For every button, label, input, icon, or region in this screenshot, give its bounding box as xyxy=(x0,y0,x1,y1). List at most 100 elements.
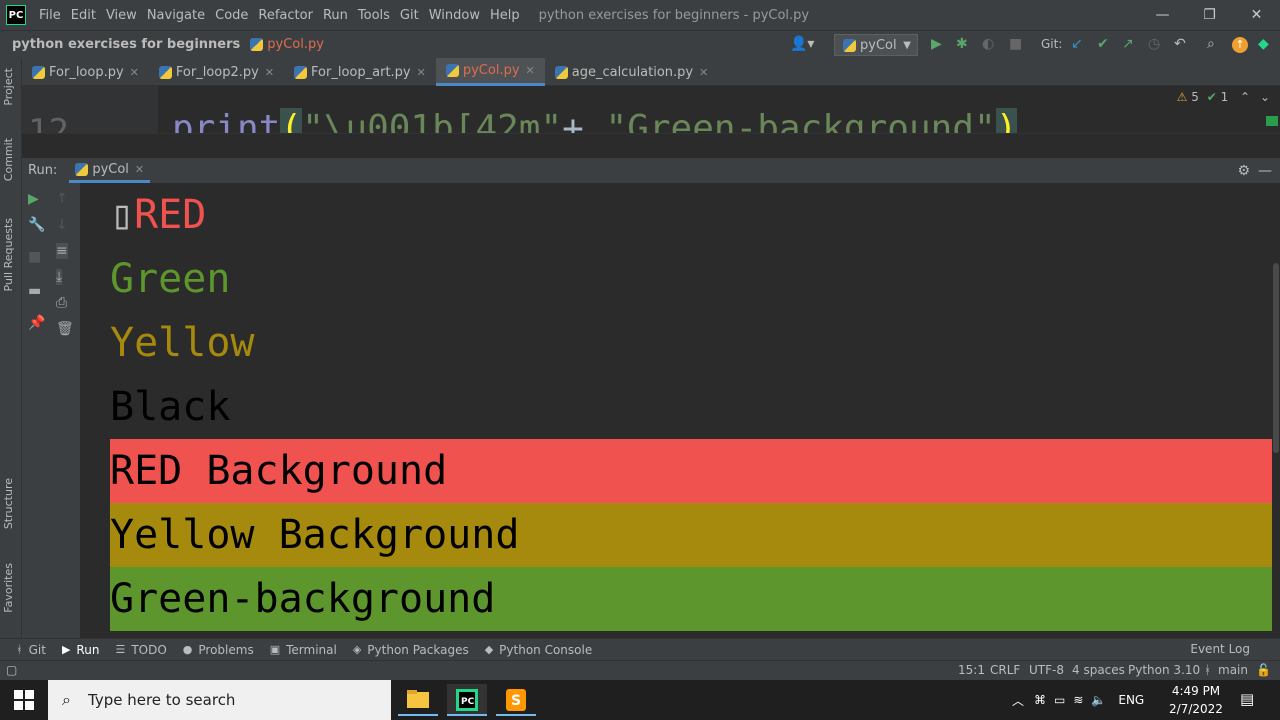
close-icon[interactable]: ✕ xyxy=(526,64,535,77)
menu-item-help[interactable]: Help xyxy=(485,8,525,23)
structure-tool-tab[interactable]: Structure xyxy=(2,478,15,529)
console-scrollbar[interactable] xyxy=(1272,183,1280,638)
editor-tab[interactable]: age_calculation.py ✕ xyxy=(545,58,719,86)
run-icon[interactable]: ▶ xyxy=(931,36,942,52)
editor-tab[interactable]: For_loop_art.py ✕ xyxy=(284,58,436,86)
minimize-button[interactable]: — xyxy=(1139,0,1186,30)
breadcrumb-file[interactable]: pyCol.py xyxy=(250,37,324,52)
debug-icon[interactable]: ✱ xyxy=(956,36,968,52)
editor-tab[interactable]: pyCol.py ✕ xyxy=(435,58,545,86)
tool-window-run[interactable]: ▶ Run xyxy=(62,643,99,657)
tool-window-python-console[interactable]: ◆ Python Console xyxy=(485,643,593,657)
notification-icon[interactable]: ▤ xyxy=(1240,690,1254,708)
history-icon[interactable]: ◷ xyxy=(1148,36,1160,52)
menu-item-refactor[interactable]: Refactor xyxy=(253,8,318,23)
restore-button[interactable]: ❐ xyxy=(1186,0,1233,30)
menu-item-edit[interactable]: Edit xyxy=(66,8,101,23)
wrench-icon[interactable]: 🔧 xyxy=(28,217,45,233)
git-update-icon[interactable]: ↙ xyxy=(1071,36,1083,52)
close-window-button[interactable]: ✕ xyxy=(1233,0,1280,30)
hide-icon[interactable]: — xyxy=(1258,163,1272,179)
file-encoding[interactable]: UTF-8 xyxy=(1029,663,1064,677)
menu-item-navigate[interactable]: Navigate xyxy=(142,8,210,23)
chevron-up-icon[interactable]: ⌃ xyxy=(1240,90,1250,104)
run-configuration-label: pyCol xyxy=(860,37,897,53)
favorites-tool-tab[interactable]: Favorites xyxy=(2,563,15,613)
clock[interactable]: 4:49 PM 2/7/2022 xyxy=(1166,682,1226,718)
close-icon[interactable]: ✕ xyxy=(130,66,139,79)
breadcrumb-project[interactable]: python exercises for beginners xyxy=(12,37,240,52)
lock-icon[interactable]: 🔓 xyxy=(1256,663,1271,677)
layout-icon[interactable]: ▬ xyxy=(28,283,41,299)
project-tool-tab[interactable]: Project xyxy=(2,68,15,106)
rerun-icon[interactable]: ▶ xyxy=(28,191,39,207)
windows-start-icon[interactable] xyxy=(14,690,34,710)
coverage-icon[interactable]: ◐ xyxy=(982,36,994,52)
tool-window-terminal[interactable]: ▣ Terminal xyxy=(270,643,337,657)
tool-window-todo[interactable]: ☰ TODO xyxy=(115,643,166,657)
user-icon[interactable]: 👤▾ xyxy=(790,36,814,52)
stop-icon[interactable]: ■ xyxy=(28,249,41,265)
layout-toggle-icon[interactable]: ▢ xyxy=(6,663,17,677)
close-icon[interactable]: ✕ xyxy=(265,66,274,79)
trash-icon[interactable]: 🗑 xyxy=(56,321,74,337)
battery-icon[interactable]: ▭ xyxy=(1054,693,1065,707)
menu-item-run[interactable]: Run xyxy=(318,8,353,23)
sublime-text-icon[interactable]: S xyxy=(496,684,536,716)
rollback-icon[interactable]: ↶ xyxy=(1174,36,1186,52)
close-icon[interactable]: ✕ xyxy=(417,66,426,79)
git-branch[interactable]: main xyxy=(1218,663,1248,677)
plugin-icon[interactable]: ◆ xyxy=(1258,36,1269,52)
print-icon[interactable]: ⎙ xyxy=(56,295,67,311)
editor-tab-label: For_loop2.py xyxy=(175,64,259,80)
arrow-down-icon[interactable]: ↓ xyxy=(56,217,68,233)
stop-icon[interactable]: ■ xyxy=(1009,36,1022,52)
inspection-widget[interactable]: ⚠ 5 ✔ 1 ⌃ ⌄ xyxy=(1177,90,1270,104)
menu-item-code[interactable]: Code xyxy=(210,8,253,23)
close-icon[interactable]: ✕ xyxy=(135,163,144,176)
pull-requests-tool-tab[interactable]: Pull Requests xyxy=(2,218,15,291)
taskbar-search-box[interactable]: ⌕ Type here to search xyxy=(48,680,391,720)
language-indicator[interactable]: ENG xyxy=(1118,693,1144,707)
editor-tab[interactable]: For_loop2.py ✕ xyxy=(149,58,284,86)
commit-tool-tab[interactable]: Commit xyxy=(2,138,15,181)
scrollbar-thumb[interactable] xyxy=(1273,263,1279,453)
tool-window-python-packages[interactable]: ◈ Python Packages xyxy=(353,643,469,657)
caret-position[interactable]: 15:1 xyxy=(958,663,985,677)
menu-item-window[interactable]: Window xyxy=(424,8,485,23)
volume-icon[interactable]: 🔈 xyxy=(1091,693,1106,707)
chevron-down-icon[interactable]: ⌄ xyxy=(1260,90,1270,104)
indent-setting[interactable]: 4 spaces xyxy=(1072,663,1125,677)
event-log-button[interactable]: Event Log xyxy=(1190,642,1250,656)
close-icon[interactable]: ✕ xyxy=(699,66,708,79)
tool-window-git[interactable]: ᚼ Git xyxy=(16,643,46,657)
git-push-icon[interactable]: ↗ xyxy=(1122,36,1134,52)
code-editor[interactable]: 12 print("\u001b[42m"+ "Green-background… xyxy=(22,86,1280,133)
run-tab-pycol[interactable]: pyCol ✕ xyxy=(69,158,151,183)
pycharm-taskbar-icon[interactable]: PC xyxy=(447,684,487,716)
run-configuration-select[interactable]: pyCol ▼ xyxy=(834,34,918,56)
scroll-to-end-icon[interactable]: ⤓ xyxy=(56,269,63,285)
soft-wrap-icon[interactable]: ≡ xyxy=(56,243,68,259)
search-icon[interactable]: ⌕ xyxy=(1207,36,1215,52)
pin-icon[interactable]: 📌 xyxy=(28,315,45,331)
interpreter[interactable]: Python 3.10 xyxy=(1128,663,1200,677)
panel-divider[interactable] xyxy=(22,133,1280,158)
run-console-output[interactable]: ▯RED Green Yellow Black RED Background Yellow… xyxy=(80,183,1272,638)
menu-item-tools[interactable]: Tools xyxy=(353,8,395,23)
file-explorer-icon[interactable] xyxy=(398,684,438,716)
chevron-up-icon[interactable]: ︿ xyxy=(1012,692,1024,709)
gear-icon[interactable]: ⚙ xyxy=(1237,163,1250,179)
wifi-icon[interactable]: ≋ xyxy=(1073,693,1083,707)
update-icon[interactable]: ↑ xyxy=(1232,37,1248,53)
code-line[interactable]: print("\u001b[42m"+ "Green-background") xyxy=(172,108,1018,133)
tool-window-problems[interactable]: ● Problems xyxy=(183,643,254,657)
menu-item-file[interactable]: File xyxy=(34,8,66,23)
menu-item-git[interactable]: Git xyxy=(395,8,424,23)
line-separator[interactable]: CRLF xyxy=(990,663,1020,677)
arrow-up-icon[interactable]: ↑ xyxy=(56,191,68,207)
network-icon[interactable]: ⌘ xyxy=(1034,693,1046,707)
menu-item-view[interactable]: View xyxy=(101,8,142,23)
git-commit-icon[interactable]: ✔ xyxy=(1097,36,1109,52)
editor-tab[interactable]: For_loop.py ✕ xyxy=(22,58,149,86)
